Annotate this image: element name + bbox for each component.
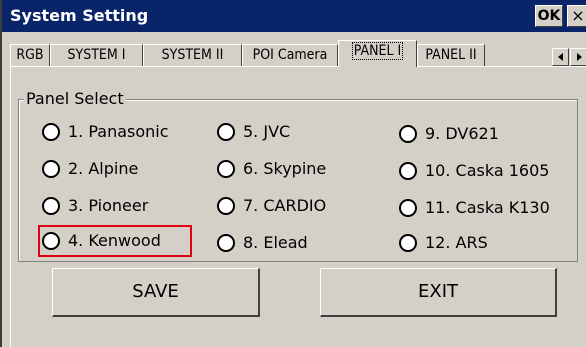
tab-label: SYSTEM II (161, 47, 224, 63)
tab-strip: RGB SYSTEM I SYSTEM II POI Camera PANEL … (10, 40, 586, 67)
tab-poi-camera[interactable]: POI Camera (242, 44, 338, 66)
tab-label: SYSTEM I (67, 47, 126, 63)
window-title: System Setting (10, 6, 149, 25)
tab-scroll-right-button[interactable] (570, 48, 586, 66)
radio-label: 10. Caska 1605 (425, 161, 550, 180)
arrow-right-icon (577, 53, 582, 61)
tab-scroll-left-button[interactable] (552, 48, 569, 66)
tab-rgb[interactable]: RGB (10, 44, 50, 66)
radio-label: 11. Caska K130 (425, 198, 550, 217)
tab-label: PANEL II (425, 47, 477, 63)
radio-circle (42, 123, 60, 141)
save-button[interactable]: SAVE (52, 268, 260, 317)
radio-circle (42, 160, 60, 178)
close-button[interactable]: × (567, 5, 586, 27)
radio-label: 6. Skypine (243, 159, 327, 178)
radio-circle (399, 199, 417, 217)
radio-label: 8. Elead (243, 233, 308, 252)
radio-label: 1. Panasonic (68, 122, 169, 141)
radio-circle (217, 123, 235, 141)
radio-circle (399, 162, 417, 180)
radio-circle (399, 125, 417, 143)
title-bar: System Setting OK × (2, 0, 586, 32)
tab-label: PANEL I (351, 42, 404, 60)
tab-panel-ii[interactable]: PANEL II (417, 44, 485, 66)
radio-circle (217, 234, 235, 252)
close-icon: × (571, 6, 585, 25)
system-setting-window: System Setting OK × RGB SYSTEM I SYSTEM … (0, 0, 586, 347)
radio-circle (399, 234, 417, 252)
radio-label: 12. ARS (425, 233, 488, 252)
radio-circle (217, 160, 235, 178)
exit-button[interactable]: EXIT (320, 268, 557, 317)
panel-select-label: Panel Select (24, 89, 126, 109)
radio-label: 5. JVC (243, 122, 291, 141)
radio-circle (217, 197, 235, 215)
radio-circle (42, 197, 60, 215)
tab-panel-i[interactable]: PANEL I (338, 40, 417, 67)
tab-system-ii[interactable]: SYSTEM II (143, 44, 242, 66)
ok-button[interactable]: OK (535, 5, 563, 27)
radio-label: 2. Alpine (68, 159, 139, 178)
radio-label: 3. Pioneer (68, 196, 149, 215)
tab-label: RGB (16, 47, 44, 63)
selection-highlight-box (38, 225, 192, 257)
radio-label: 9. DV621 (425, 124, 499, 143)
tab-label: POI Camera (252, 47, 328, 63)
radio-label: 7. CARDIO (243, 196, 327, 215)
tab-system-i[interactable]: SYSTEM I (50, 44, 143, 66)
arrow-left-icon (558, 53, 563, 61)
